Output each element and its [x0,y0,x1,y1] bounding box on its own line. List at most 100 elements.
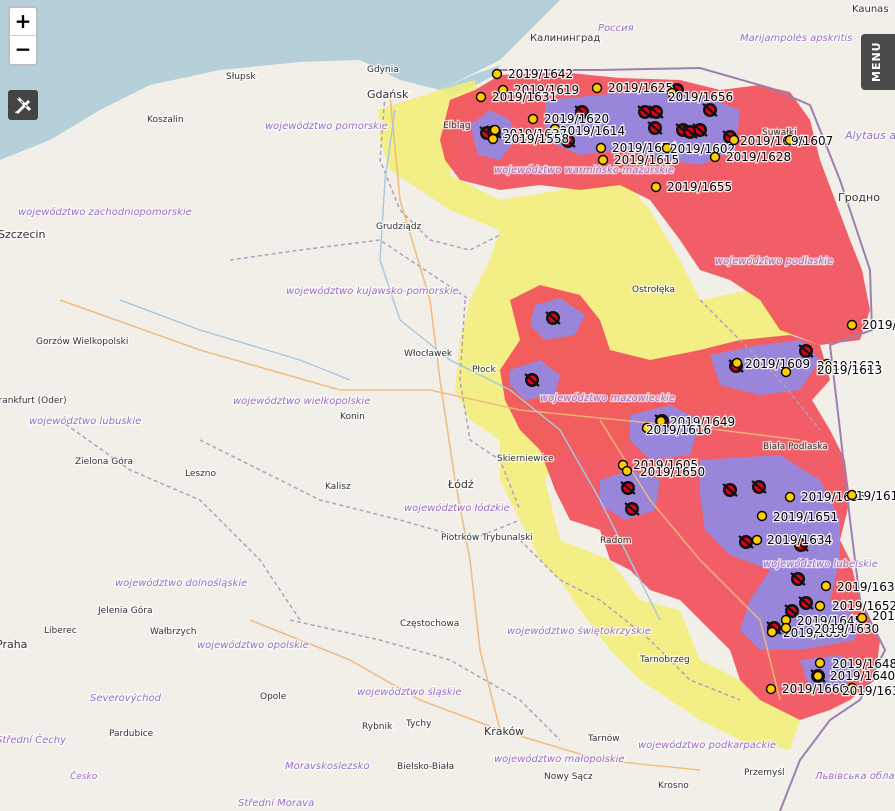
outbreak-icon[interactable] [722,483,738,497]
marker-label: 2019/1656 [668,90,733,104]
outbreak-icon[interactable] [648,105,664,119]
draw-tool-button[interactable] [8,90,38,120]
marker-dot[interactable] [765,683,777,695]
zoom-out-button[interactable]: − [10,35,36,63]
marker-label: 2019/1614 [560,124,625,138]
marker-dot[interactable] [856,612,868,624]
place-label: Rybnik [362,722,393,732]
outbreak-icon[interactable] [798,596,814,610]
marker-dot[interactable] [491,68,503,80]
zoom-in-button[interactable]: + [10,8,36,35]
outbreak-icon[interactable] [751,480,767,494]
marker-label: 2019/1634 [767,533,832,547]
marker-dot[interactable] [766,626,778,638]
place-label: Grudziądz [376,222,422,232]
case-marker[interactable]: 9/1607 [784,133,834,149]
marker-dot[interactable] [527,113,539,125]
zoom-control: + − [8,6,38,66]
marker-dot[interactable] [780,622,792,634]
marker-dot[interactable] [751,534,763,546]
place-label: Kaunas [852,4,889,15]
place-label: Biała Podlaska [763,442,828,452]
place-label: Pardubice [109,729,154,739]
place-label: Wałbrzych [150,627,197,637]
place-label: Гродно [838,191,880,204]
outbreak-icon[interactable] [620,481,636,495]
outbreak-icon[interactable] [647,121,663,135]
place-label: Opole [260,692,287,702]
place-label: Koszalin [147,115,184,125]
outbreak-icon[interactable] [798,344,814,358]
outbreak-icon[interactable] [624,502,640,516]
menu-label: MENU [870,41,883,82]
place-label: Zielona Góra [75,456,133,467]
marker-dot[interactable] [591,82,603,94]
marker-dot[interactable] [814,657,826,669]
marker-label: 2019/1625 [608,81,673,95]
place-label: Moravskoslezsko [285,761,370,772]
case-marker[interactable]: 2019/1616 [641,422,712,438]
marker-label: 19/161 [856,489,895,503]
marker-dot[interactable] [731,357,743,369]
place-label: Częstochowa [400,619,459,629]
place-label: Nowy Sącz [544,772,593,782]
case-marker[interactable]: 2019/1609 [731,356,811,372]
marker-dot[interactable] [812,670,824,682]
marker-label: 2019/1651 [773,510,838,524]
place-label: województwo mazowieckie [540,392,675,404]
marker-dot[interactable] [595,142,607,154]
place-label: Калининград [530,33,600,44]
marker-dot[interactable] [784,491,796,503]
place-label: Tychy [405,719,432,729]
case-marker[interactable]: 2019/1602 [661,141,736,157]
marker-label: 2019/1660 [782,682,847,696]
place-label: województwo dolnośląskie [115,577,247,589]
place-label: Piotrków Trybunalski [441,532,533,543]
outbreak-icon[interactable] [738,535,754,549]
outbreak-icon[interactable] [524,373,540,387]
place-label: Łódź [447,478,474,491]
place-label: Praha [0,638,27,651]
menu-tab[interactable]: MENU [861,34,895,90]
place-label: województwo łódzkie [404,502,510,514]
marker-dot[interactable] [650,181,662,193]
marker-label: 2019/1650 [640,465,705,479]
outbreak-icon[interactable] [702,103,718,117]
marker-dot[interactable] [846,319,858,331]
marker-dot[interactable] [814,600,826,612]
marker-dot[interactable] [621,465,633,477]
marker-label: 2019/1630 [814,622,879,636]
marker-dot[interactable] [709,151,721,163]
marker-dot[interactable] [820,580,832,592]
place-label: Elbląg [443,121,471,131]
outbreak-icon[interactable] [790,572,806,586]
case-marker[interactable]: 2019/1656 [667,87,734,105]
place-label: województwo małopolskie [494,753,625,765]
place-label: Płock [472,365,496,375]
place-label: Kalisz [325,482,351,492]
marker-dot[interactable] [487,133,499,145]
place-label: województwo świętokrzyskie [507,625,651,637]
marker-dot[interactable] [728,134,740,146]
place-label: Frankfurt (Oder) [0,396,67,406]
marker-dot[interactable] [475,91,487,103]
outbreak-icon[interactable] [545,311,561,325]
marker-dot[interactable] [780,366,792,378]
place-label: Krosno [658,781,689,791]
place-label: Jelenia Góra [97,605,153,616]
marker-dot[interactable] [597,154,609,166]
marker-label: 2019/1609 [745,357,810,371]
place-label: Radom [600,536,632,546]
marker-dot[interactable] [756,510,768,522]
place-label: Słupsk [226,72,256,82]
case-marker[interactable]: 2019/163 [841,683,895,700]
marker-dot[interactable] [489,124,501,136]
place-label: Россия [598,23,634,34]
outbreak-icon[interactable] [692,123,708,137]
marker-label: 9/1607 [791,134,833,148]
marker-label: 2019/1642 [508,67,573,81]
marker-label: 2019/1613 [817,363,882,377]
map-canvas[interactable]: Kaunas КалининградРоссия Marijampolės apsk… [0,0,895,811]
place-label: Львівська обла [814,770,895,782]
place-label: Střední Morava [238,797,314,809]
